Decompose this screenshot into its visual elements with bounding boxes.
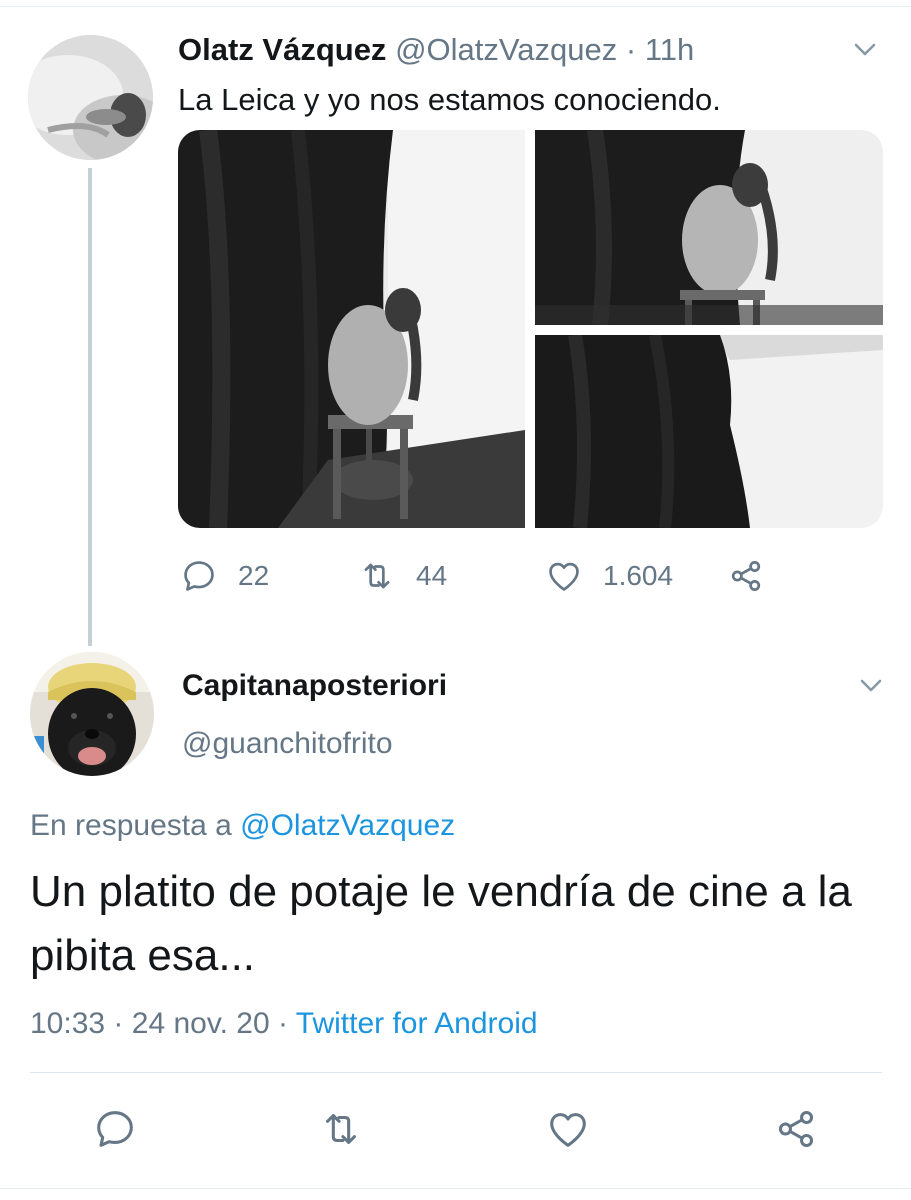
in-reply-prefix: En respuesta a (30, 809, 232, 842)
tweet-time: 10:33 (30, 1007, 106, 1040)
separator: · (625, 32, 637, 67)
reply-count: 22 (238, 560, 270, 591)
photo-seated-figure-closeup-icon (535, 130, 883, 325)
dog-avatar-icon (30, 652, 154, 776)
chevron-down-icon[interactable] (858, 672, 884, 698)
tweet-actions (0, 1104, 911, 1154)
photo-seated-figure-icon (178, 130, 525, 528)
in-reply-to: En respuesta a @OlatzVazquez (30, 806, 455, 846)
retweet-button[interactable] (318, 1106, 364, 1152)
top-divider (0, 6, 911, 7)
tweet-actions: 22 44 1.604 (0, 553, 911, 599)
tweet-meta: 10:33 · 24 nov. 20 · Twitter for Android (30, 1004, 538, 1044)
reply-button[interactable]: 22 (180, 553, 269, 599)
retweet-icon (326, 1114, 356, 1144)
in-reply-handle-link[interactable]: @OlatzVazquez (240, 809, 455, 842)
share-icon (778, 1110, 814, 1148)
chevron-down-icon[interactable] (852, 36, 878, 62)
retweet-icon (364, 563, 390, 589)
tweet-text: Un platito de potaje le vendría de cine … (30, 867, 852, 980)
media-photo[interactable] (535, 130, 883, 325)
tweet-source-link[interactable]: Twitter for Android (296, 1007, 538, 1040)
share-button[interactable] (773, 1106, 819, 1152)
handle[interactable]: @OlatzVazquez (395, 32, 617, 67)
tweet-date: 24 nov. 20 (131, 1007, 270, 1040)
avatar[interactable] (28, 35, 153, 160)
meta-separator: · (113, 1007, 124, 1040)
media-photo[interactable] (535, 335, 883, 528)
reply-button[interactable] (92, 1106, 138, 1152)
tweet-text: La Leica y yo nos estamos conociendo. (178, 82, 721, 117)
heart-icon (550, 1113, 586, 1147)
share-icon (731, 561, 761, 591)
heart-icon (549, 562, 579, 591)
meta-separator: · (278, 1007, 288, 1040)
divider (30, 1072, 882, 1073)
like-button[interactable] (545, 1106, 591, 1152)
bottom-divider (0, 1188, 911, 1189)
avatar[interactable] (30, 652, 154, 776)
media-photo[interactable] (178, 130, 525, 528)
like-button[interactable]: 1.604 (545, 553, 673, 599)
retweet-count: 44 (416, 560, 448, 591)
reply-icon (97, 1111, 133, 1147)
photo-curtain-corner-icon (535, 335, 883, 528)
avatar-photo-icon (28, 35, 153, 160)
share-button[interactable] (727, 553, 765, 599)
handle[interactable]: @guanchitofrito (182, 724, 393, 764)
media-grid[interactable] (178, 130, 883, 528)
like-count: 1.604 (603, 560, 674, 591)
display-name[interactable]: Olatz Vázquez (178, 32, 386, 67)
display-name[interactable]: Capitanaposteriori (182, 666, 447, 706)
retweet-button[interactable]: 44 (358, 553, 447, 599)
timestamp[interactable]: 11h (645, 32, 694, 67)
tweet-header: Olatz Vázquez @OlatzVazquez · 11h (178, 30, 694, 70)
reply-icon (184, 561, 214, 591)
